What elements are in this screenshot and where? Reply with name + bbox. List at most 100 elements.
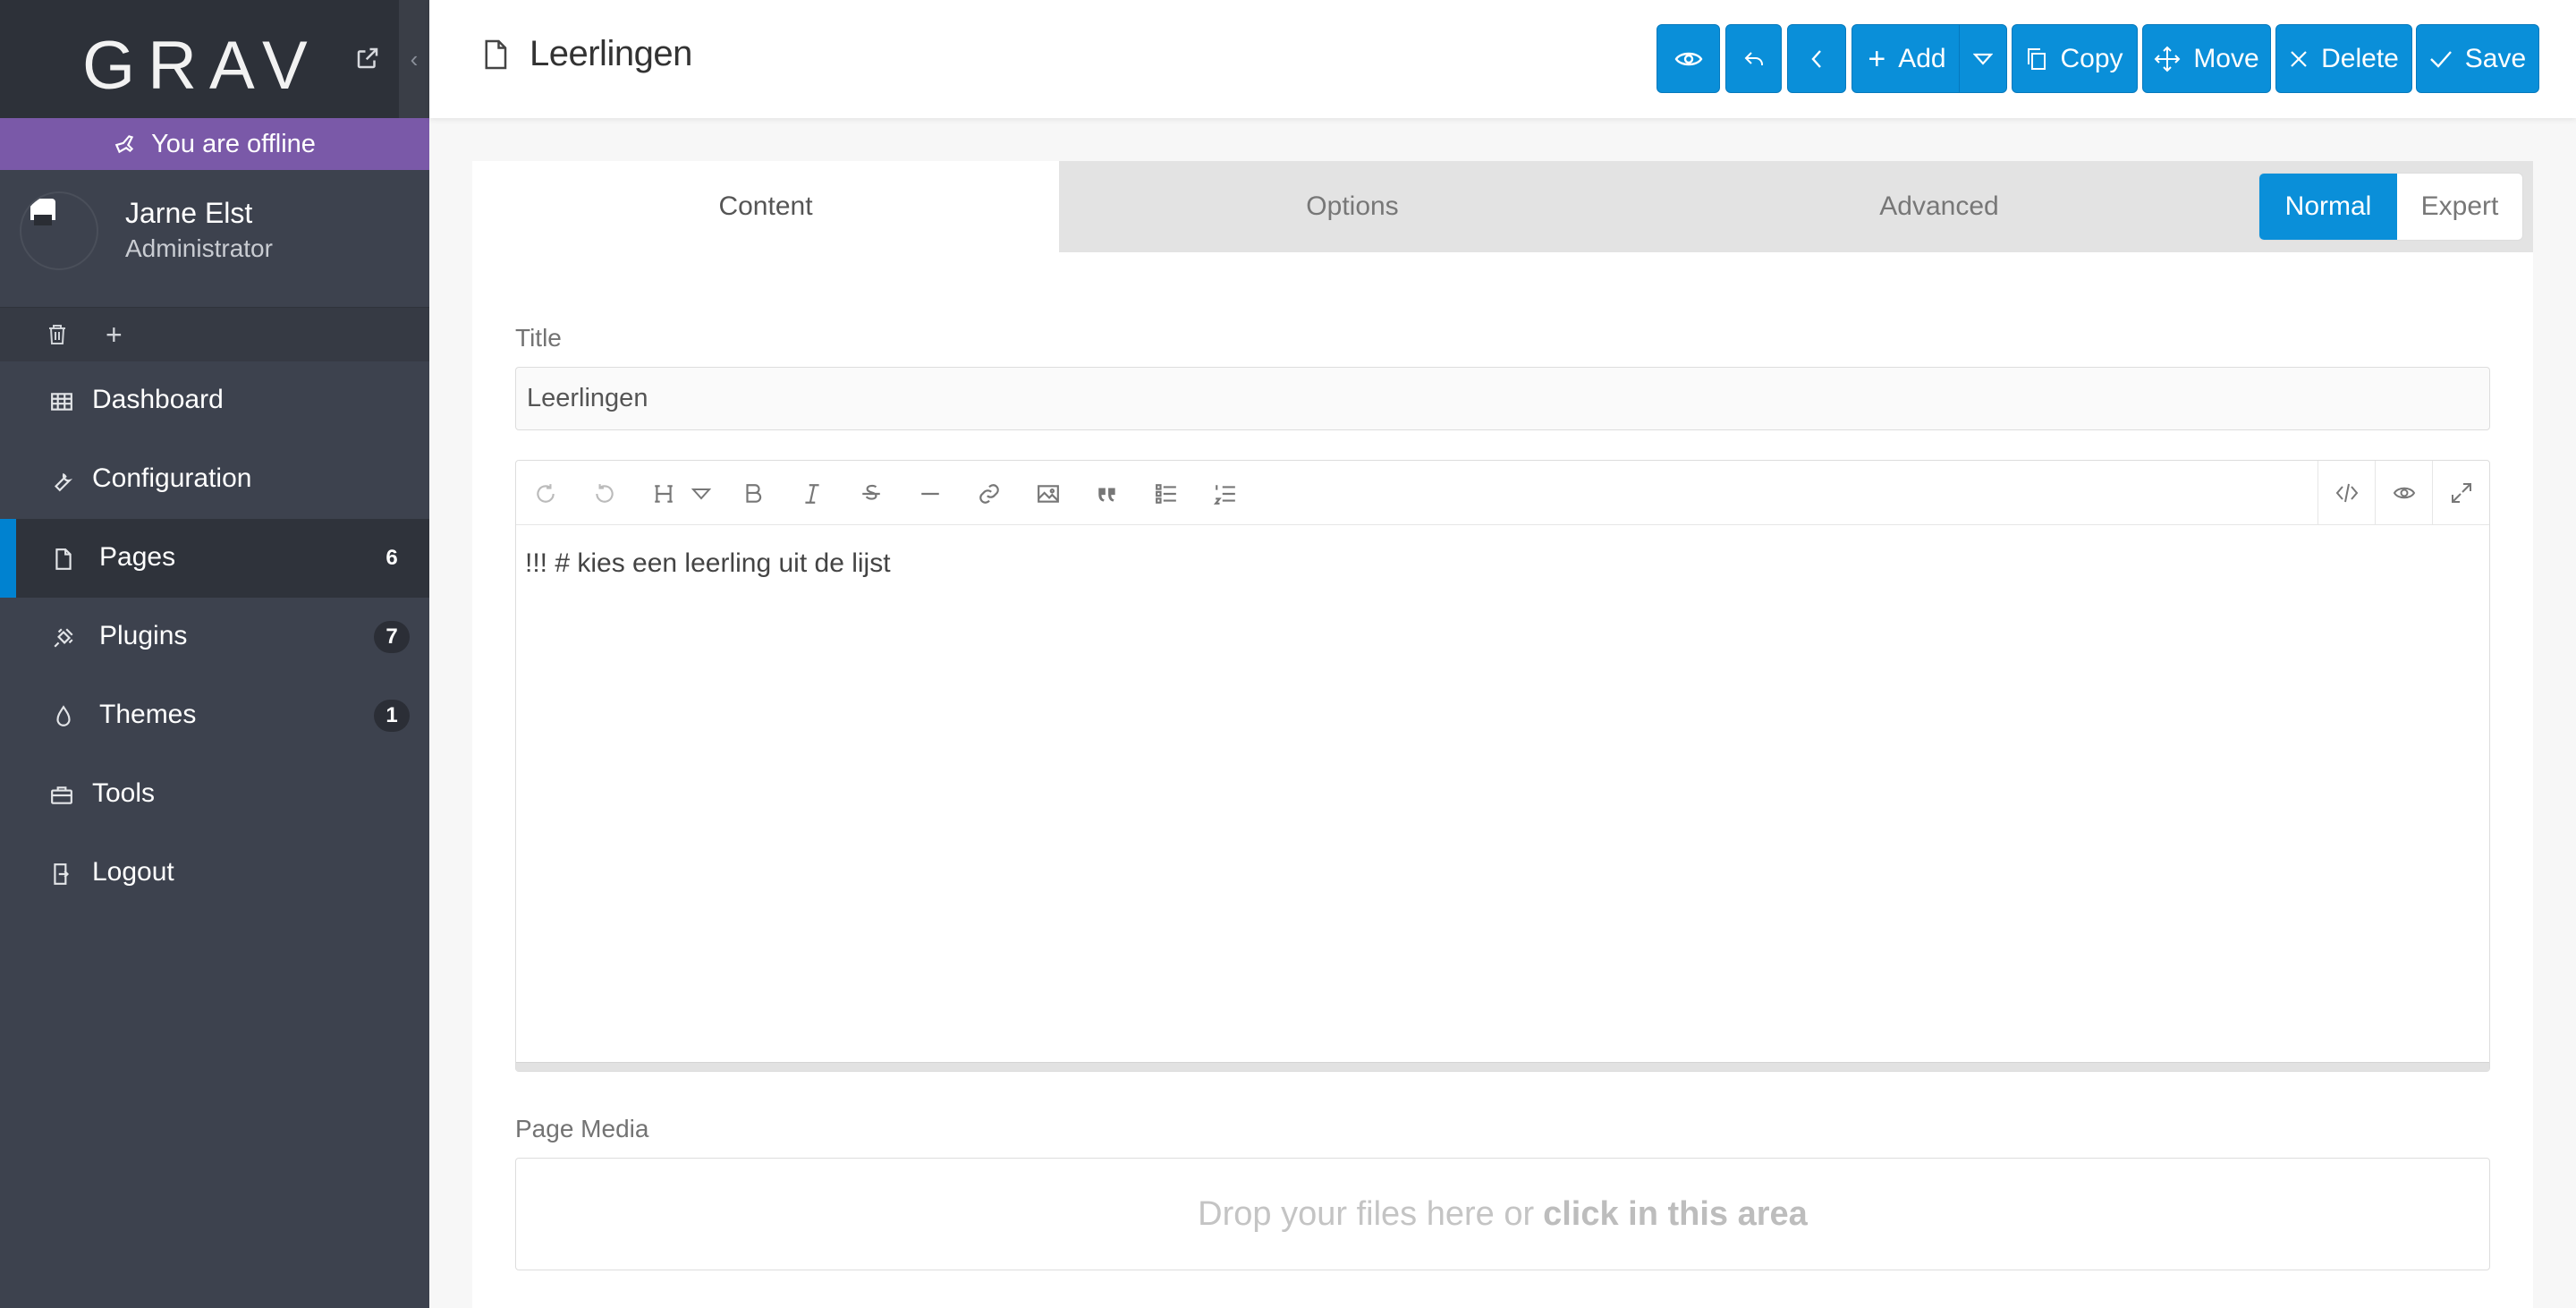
sidebar-item-themes[interactable]: Themes 1 [0,676,429,755]
external-link-icon[interactable] [354,45,381,72]
grav-logo[interactable]: GRAV [82,27,320,105]
sidebar-item-logout[interactable]: Logout [0,834,429,913]
file-icon [485,39,507,69]
tab-content[interactable]: Content [472,161,1059,252]
plugins-count-badge: 7 [374,621,410,653]
tab-advanced[interactable]: Advanced [1646,161,2233,252]
editor-content[interactable]: !!! # kies een leerling uit de lijst [525,548,891,579]
copy-label: Copy [2060,43,2123,73]
file-icon [55,548,72,570]
sidebar-item-tools[interactable]: Tools [0,755,429,834]
ordered-list-icon[interactable] [1214,482,1237,505]
close-icon [2291,50,2307,67]
media-dropzone[interactable]: Drop your files here or click in this ar… [515,1158,2490,1270]
drop-icon [56,705,71,726]
preview-toggle-button[interactable] [2375,461,2432,525]
redo-icon[interactable] [593,482,616,505]
dropzone-click-text[interactable]: click in this area [1543,1195,1808,1234]
sidebar-item-label: Tools [92,778,156,808]
sidebar-collapse-toggle[interactable]: ‹ [399,0,429,118]
dropzone-text: Drop your files here or [1198,1194,1535,1233]
plus-icon[interactable]: + [106,319,123,352]
offline-banner: You are offline [0,118,429,170]
unordered-list-icon[interactable] [1155,482,1178,505]
sidebar: GRAV ‹ You are offline Jarne Elst Admini… [0,0,429,1308]
bold-icon[interactable] [741,482,765,505]
editor-resize-handle[interactable] [516,1062,2489,1071]
page-header: Leerlingen + Add Copy Move Delete Save [429,0,2576,118]
delete-label: Delete [2321,43,2399,73]
undo-button[interactable] [1725,24,1782,93]
page-media-label: Page Media [515,1115,649,1142]
sidebar-item-label: Themes [99,700,197,729]
add-dropdown-button[interactable] [1959,24,2007,93]
horizontal-rule-icon[interactable] [919,482,942,505]
user-profile[interactable]: Jarne Elst Administrator [0,170,429,308]
sign-out-icon [54,863,70,885]
mode-switch: Normal Expert [2258,173,2523,241]
title-input[interactable] [515,367,2490,430]
briefcase-icon [51,786,72,804]
title-label: Title [515,324,562,352]
expand-icon [2452,483,2471,503]
mode-expert-button[interactable]: Expert [2397,174,2522,240]
heading-icon[interactable] [652,482,675,505]
chevron-left-icon [1811,49,1821,68]
sidebar-item-label: Pages [99,542,176,572]
page-title-group: Leerlingen [483,34,692,74]
sidebar-item-label: Logout [92,857,174,887]
link-icon[interactable] [978,482,1001,505]
image-icon[interactable] [1037,482,1060,505]
plane-icon [114,135,134,154]
check-icon [2429,50,2452,68]
save-label: Save [2464,43,2527,73]
save-button[interactable]: Save [2416,24,2539,93]
sidebar-item-configuration[interactable]: Configuration [0,440,429,519]
user-role: Administrator [125,234,273,262]
chevron-left-icon: ‹ [410,45,419,72]
sidebar-item-plugins[interactable]: Plugins 7 [0,598,429,676]
quote-icon[interactable] [1096,482,1119,505]
sidebar-header: GRAV ‹ [0,0,429,118]
sidebar-item-pages[interactable]: Pages 6 [0,519,429,598]
back-button[interactable] [1787,24,1846,93]
move-icon [2154,46,2181,72]
editor-toolbar [516,461,2489,525]
plus-icon: + [1868,41,1886,76]
eye-icon [1674,52,1702,65]
pages-count-badge: 6 [386,546,398,570]
mode-normal-button[interactable]: Normal [2259,174,2397,240]
italic-icon[interactable] [801,482,824,505]
reply-icon [1744,51,1763,65]
page-editor-panel: Content Options Advanced Normal Expert T… [472,161,2533,1308]
offline-text: You are offline [151,129,316,158]
sidebar-item-label: Plugins [99,621,188,650]
plug-icon [54,628,73,648]
chevron-down-icon[interactable] [691,488,711,500]
chevron-down-icon [1973,53,1993,65]
delete-button[interactable]: Delete [2275,24,2412,93]
add-button[interactable]: + Add [1852,24,1962,93]
move-button[interactable]: Move [2142,24,2271,93]
undo-icon[interactable] [534,482,557,505]
dashboard-grid-icon [51,393,72,411]
eye-icon [2393,487,2416,499]
add-label: Add [1898,43,1946,73]
user-name[interactable]: Jarne Elst [125,197,252,230]
move-label: Move [2193,43,2259,73]
preview-button[interactable] [1657,24,1720,93]
sidebar-item-label: Configuration [92,463,252,493]
copy-button[interactable]: Copy [2012,24,2138,93]
sidebar-item-dashboard[interactable]: Dashboard [0,361,429,440]
wrench-icon [54,472,73,492]
fullscreen-button[interactable] [2432,461,2489,525]
markdown-editor[interactable]: !!! # kies een leerling uit de lijst [515,460,2490,1072]
tab-options[interactable]: Options [1059,161,1646,252]
strikethrough-icon[interactable] [860,482,883,505]
trash-icon[interactable] [47,323,68,346]
avatar[interactable] [20,191,98,270]
code-icon [2335,483,2359,503]
themes-count-badge: 1 [374,700,410,732]
code-view-button[interactable] [2318,461,2375,525]
editor-tabs: Content Options Advanced Normal Expert [472,161,2533,252]
